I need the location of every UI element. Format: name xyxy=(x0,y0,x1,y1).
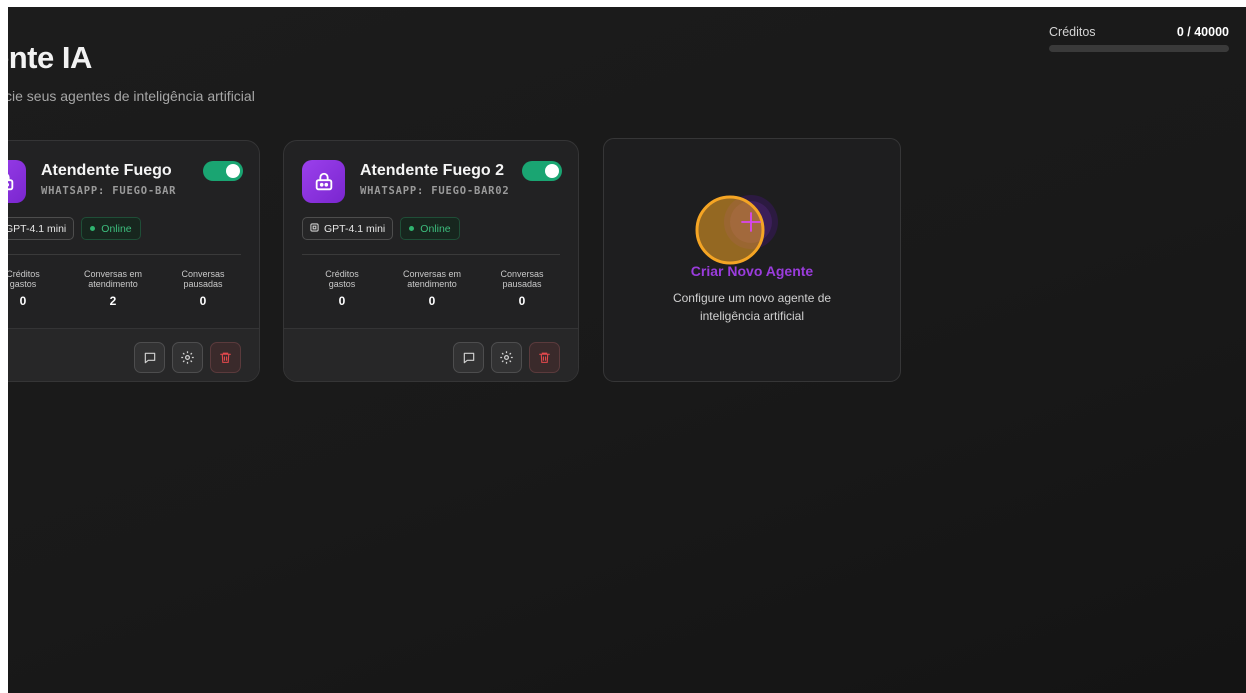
status-dot-icon xyxy=(409,226,415,231)
stat-label: Conversas em atendimento xyxy=(402,269,462,289)
agent-card: Atendente Fuego 2 WHATSAPP: FUEGO-BAR02 … xyxy=(283,140,579,382)
card-footer xyxy=(284,328,578,381)
message-icon xyxy=(144,352,155,363)
agent-channel: WHATSAPP: FUEGO-BAR xyxy=(41,185,177,197)
settings-button[interactable] xyxy=(172,342,203,373)
delete-button[interactable] xyxy=(529,342,560,373)
status-badge: Online xyxy=(400,217,460,240)
stat-paused-conversations: Conversas pausadas 0 xyxy=(158,269,248,308)
credits-label: Créditos xyxy=(1049,25,1096,39)
chat-button[interactable] xyxy=(453,342,484,373)
divider xyxy=(8,254,241,255)
stat-credits-spent: Créditos gastos 0 xyxy=(8,269,68,308)
chip-icon xyxy=(310,222,319,235)
settings-button[interactable] xyxy=(491,342,522,373)
create-agent-description: Configure um novo agente de inteligência… xyxy=(672,291,832,323)
trash-icon xyxy=(539,352,550,363)
model-badge: GPT-4.1 mini xyxy=(8,217,75,240)
trash-icon xyxy=(220,352,231,363)
create-agent-title: Criar Novo Agente xyxy=(690,263,814,279)
agent-name: Atendente Fuego 2 xyxy=(360,162,505,179)
card-footer xyxy=(8,328,259,381)
message-icon xyxy=(463,352,474,363)
delete-button[interactable] xyxy=(210,342,241,373)
stat-label: Conversas pausadas xyxy=(500,269,544,289)
agent-stats: Créditos gastos 0 Conversas em atendimen… xyxy=(8,269,248,308)
credits-panel: Créditos 0 / 40000 xyxy=(1049,25,1229,52)
model-label: GPT-4.1 mini xyxy=(324,222,386,235)
add-agent-icon xyxy=(695,195,778,265)
toggle-knob xyxy=(226,164,240,178)
stat-active-conversations: Conversas em atendimento 2 xyxy=(68,269,158,308)
agent-active-toggle[interactable] xyxy=(203,161,243,181)
stat-credits-spent: Créditos gastos 0 xyxy=(297,269,387,308)
status-label: Online xyxy=(420,222,451,235)
stat-active-conversations: Conversas em atendimento 0 xyxy=(387,269,477,308)
toggle-knob xyxy=(545,164,559,178)
page-subtitle: cie seus agentes de inteligência artific… xyxy=(8,88,255,104)
agent-channel: WHATSAPP: FUEGO-BAR02 xyxy=(360,185,510,197)
credits-progress-bar xyxy=(1049,45,1229,52)
stat-label: Conversas pausadas xyxy=(181,269,225,289)
stat-value: 2 xyxy=(109,294,117,308)
stat-value: 0 xyxy=(19,294,27,308)
stat-value: 0 xyxy=(428,294,436,308)
page-title: ente IA xyxy=(8,40,92,75)
stat-label: Créditos gastos xyxy=(325,269,359,289)
status-badge: Online xyxy=(81,217,141,240)
stat-label: Conversas em atendimento xyxy=(83,269,143,289)
robot-icon xyxy=(8,160,26,203)
app-window: ente IA cie seus agentes de inteligência… xyxy=(8,7,1246,693)
status-label: Online xyxy=(101,222,132,235)
credits-value: 0 / 40000 xyxy=(1176,25,1229,39)
agent-name: Atendente Fuego xyxy=(41,162,172,179)
gear-icon xyxy=(181,351,194,364)
agent-stats: Créditos gastos 0 Conversas em atendimen… xyxy=(297,269,567,308)
robot-icon xyxy=(302,160,345,203)
create-agent-card[interactable]: Criar Novo Agente Configure um novo agen… xyxy=(603,138,901,382)
stat-value: 0 xyxy=(338,294,346,308)
agent-active-toggle[interactable] xyxy=(522,161,562,181)
model-label: GPT-4.1 mini xyxy=(8,222,67,235)
stat-label: Créditos gastos xyxy=(8,269,40,289)
status-dot-icon xyxy=(90,226,96,231)
stat-value: 0 xyxy=(199,294,207,308)
agent-card: Atendente Fuego WHATSAPP: FUEGO-BAR GPT-… xyxy=(8,140,260,382)
gear-icon xyxy=(500,351,513,364)
stat-value: 0 xyxy=(518,294,526,308)
chat-button[interactable] xyxy=(134,342,165,373)
model-badge: GPT-4.1 mini xyxy=(302,217,394,240)
stat-paused-conversations: Conversas pausadas 0 xyxy=(477,269,567,308)
divider xyxy=(302,254,560,255)
